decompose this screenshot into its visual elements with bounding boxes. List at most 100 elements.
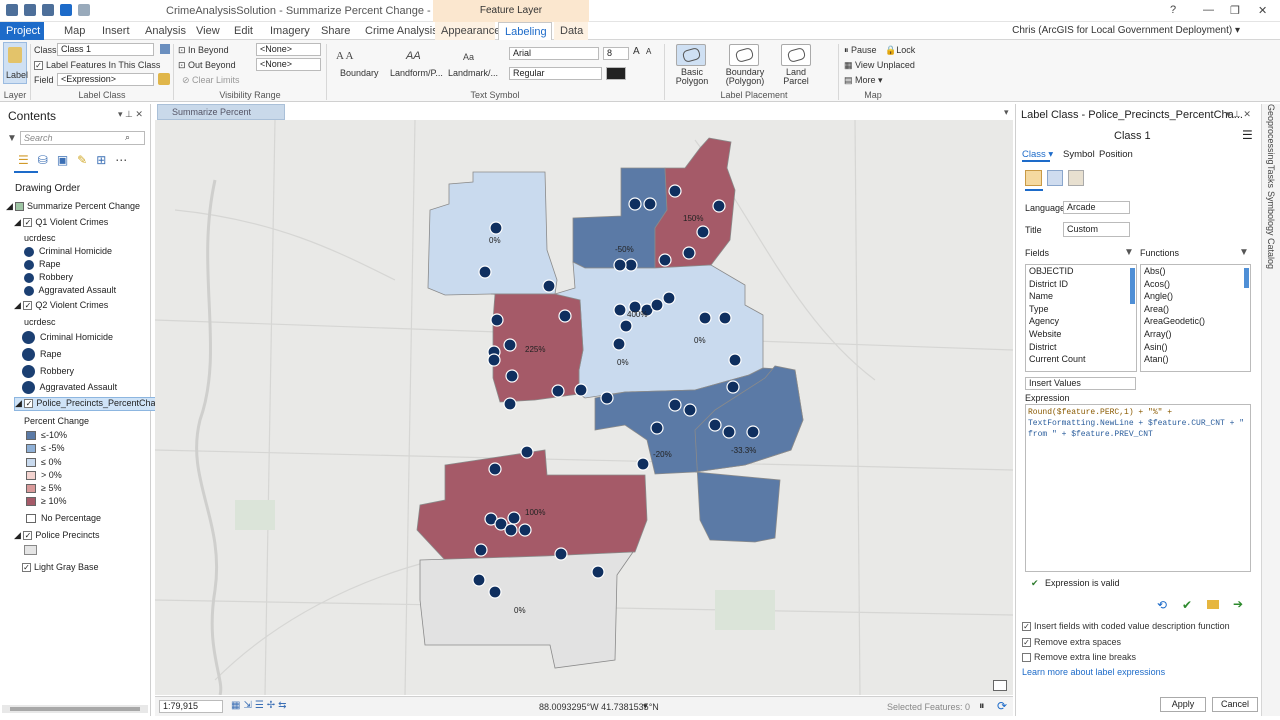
- subtab-symbol[interactable]: Symbol: [1063, 149, 1095, 160]
- data-source-icon[interactable]: ⛁: [38, 153, 48, 167]
- coordinate-format-icon[interactable]: ▾: [643, 701, 648, 712]
- snapping-icon[interactable]: ⊞: [96, 153, 106, 167]
- toc-layer-q1[interactable]: ◢ ✓ Q1 Violent Crimes: [14, 217, 108, 228]
- tab-insert[interactable]: Insert: [96, 22, 136, 40]
- out-beyond-scale-dropdown[interactable]: <None>: [256, 58, 321, 71]
- save-icon[interactable]: [42, 4, 54, 16]
- selection-icon[interactable]: ▣: [57, 153, 68, 167]
- new-icon[interactable]: [6, 4, 18, 16]
- side-tab-tasks[interactable]: Tasks: [1266, 165, 1276, 188]
- font-style-dropdown[interactable]: Regular: [509, 67, 602, 80]
- remove-extra-spaces-checkbox[interactable]: ✓ Remove extra spaces: [1022, 637, 1121, 648]
- field-item[interactable]: Website: [1026, 328, 1136, 341]
- user-account[interactable]: Chris (ArcGIS for Local Government Deplo…: [1012, 25, 1240, 36]
- undo-icon[interactable]: [60, 4, 72, 16]
- class-options-icon[interactable]: [160, 44, 170, 54]
- scrollbar-thumb[interactable]: [10, 707, 140, 711]
- label-toggle-button[interactable]: Label: [3, 42, 28, 84]
- pause-drawing-icon[interactable]: ⏸: [979, 700, 985, 713]
- label-features-checkbox[interactable]: ✓ Label Features In This Class: [34, 60, 160, 71]
- pane-options-icon[interactable]: ▾ ⊥ ✕: [1226, 109, 1251, 120]
- functions-list[interactable]: Abs() Acos() Angle() Area() AreaGeodetic…: [1140, 264, 1251, 372]
- function-item[interactable]: Array(): [1141, 328, 1250, 341]
- tab-edit[interactable]: Edit: [228, 22, 259, 40]
- label-style-boundary[interactable]: Boundary: [340, 68, 379, 78]
- subtab-class[interactable]: Class ▾: [1022, 149, 1053, 160]
- function-item[interactable]: Angle(): [1141, 290, 1250, 303]
- remove-line-breaks-checkbox[interactable]: Remove extra line breaks: [1022, 652, 1136, 663]
- sql-query-icon[interactable]: [1047, 170, 1063, 186]
- title-input[interactable]: Custom: [1063, 222, 1130, 237]
- tab-map[interactable]: Map: [58, 22, 91, 40]
- more-button[interactable]: ▤ More ▾: [844, 75, 883, 86]
- scale-dropdown[interactable]: 1:79,915: [159, 700, 223, 713]
- font-size-dropdown[interactable]: 8: [603, 47, 629, 60]
- side-tab-symbology[interactable]: Symbology: [1266, 191, 1276, 236]
- basic-polygon-placement[interactable]: [676, 44, 706, 66]
- tab-share[interactable]: Share: [315, 22, 356, 40]
- expression-tab-icon[interactable]: [1025, 170, 1042, 186]
- field-item[interactable]: Type: [1026, 303, 1136, 316]
- editing-icon[interactable]: ✎: [77, 153, 87, 167]
- field-item[interactable]: District: [1026, 341, 1136, 354]
- class-dropdown[interactable]: Class 1: [57, 43, 154, 56]
- side-tab-geoprocessing[interactable]: Geoprocessing: [1266, 104, 1276, 165]
- export-arrow-icon[interactable]: ➔: [1233, 597, 1243, 611]
- minimize-icon[interactable]: —: [1203, 4, 1214, 16]
- fields-filter-icon[interactable]: ▼: [1124, 247, 1134, 258]
- label-style-landmark[interactable]: Landmark/...: [448, 68, 498, 78]
- filter-icon[interactable]: ▼: [7, 133, 17, 144]
- field-dropdown[interactable]: <Expression>: [57, 73, 154, 86]
- learn-more-link[interactable]: Learn more about label expressions: [1022, 667, 1165, 677]
- apply-button[interactable]: Apply: [1160, 697, 1206, 712]
- function-item[interactable]: Atan(): [1141, 353, 1250, 366]
- toc-layer-precincts-change[interactable]: ◢ ✓ Police_Precincts_PercentChange: [14, 397, 174, 411]
- tab-view[interactable]: View: [190, 22, 226, 40]
- field-item[interactable]: Name: [1026, 290, 1136, 303]
- functions-scrollbar[interactable]: [1244, 268, 1249, 288]
- subtab-position[interactable]: Position: [1099, 149, 1133, 160]
- function-item[interactable]: Area(): [1141, 303, 1250, 316]
- toc-layer-q2[interactable]: ◢ ✓ Q2 Violent Crimes: [14, 300, 108, 311]
- function-item[interactable]: Abs(): [1141, 265, 1250, 278]
- expression-icon[interactable]: [158, 73, 170, 85]
- toc-layer-police-precincts[interactable]: ◢ ✓ Police Precincts: [14, 530, 99, 541]
- tab-labeling[interactable]: Labeling: [498, 22, 552, 40]
- refresh-icon[interactable]: ⟳: [997, 699, 1007, 713]
- tab-project[interactable]: Project: [0, 22, 44, 40]
- contents-scrollbar[interactable]: [2, 705, 148, 713]
- label-style-landform[interactable]: Landform/P...: [390, 68, 443, 78]
- pane-options-icon[interactable]: ▾ ⊥ ✕: [118, 109, 143, 120]
- redo-icon[interactable]: [78, 4, 90, 16]
- field-item[interactable]: Agency: [1026, 315, 1136, 328]
- out-beyond-button[interactable]: ⊡ Out Beyond: [178, 60, 236, 71]
- function-item[interactable]: Asin(): [1141, 341, 1250, 354]
- tab-imagery[interactable]: Imagery: [264, 22, 316, 40]
- open-folder-icon[interactable]: [1207, 600, 1219, 609]
- expression-editor[interactable]: Round($feature.PERC,1) + "%" + TextForma…: [1025, 404, 1251, 572]
- functions-filter-icon[interactable]: ▼: [1239, 247, 1249, 258]
- field-item[interactable]: Current Count: [1026, 353, 1136, 366]
- field-item[interactable]: OBJECTID: [1026, 265, 1136, 278]
- close-icon[interactable]: ✕: [1258, 4, 1267, 17]
- font-color-picker[interactable]: [606, 67, 626, 80]
- label-class-options-icon[interactable]: [1068, 170, 1084, 186]
- function-item[interactable]: AreaGeodetic(): [1141, 315, 1250, 328]
- tab-crime-analysis[interactable]: Crime Analysis: [359, 22, 444, 40]
- lock-labels-button[interactable]: 🔒Lock: [885, 45, 915, 56]
- land-parcel-placement[interactable]: [781, 44, 811, 66]
- clear-limits-button[interactable]: ⊘ Clear Limits: [182, 75, 240, 86]
- menu-icon[interactable]: ☰: [1242, 128, 1253, 142]
- font-name-dropdown[interactable]: Arial: [509, 47, 599, 60]
- side-tab-catalog[interactable]: Catalog: [1266, 238, 1276, 269]
- help-button[interactable]: ?: [1170, 4, 1176, 16]
- in-beyond-scale-dropdown[interactable]: <None>: [256, 43, 321, 56]
- insert-coded-value-checkbox[interactable]: ✓ Insert fields with coded value descript…: [1022, 621, 1230, 632]
- toc-layer-basemap[interactable]: ✓ Light Gray Base: [22, 562, 99, 573]
- map-view[interactable]: 0% -50% 150% 400% 0% 225% 0% -20% -33.3%…: [155, 120, 1013, 695]
- tab-data[interactable]: Data: [554, 22, 588, 40]
- fields-scrollbar[interactable]: [1130, 268, 1135, 304]
- layout-icon[interactable]: [993, 680, 1007, 691]
- navigation-tools-icons[interactable]: ▦⇲☰✢⇆: [231, 700, 290, 711]
- increase-font-icon[interactable]: A: [633, 46, 640, 57]
